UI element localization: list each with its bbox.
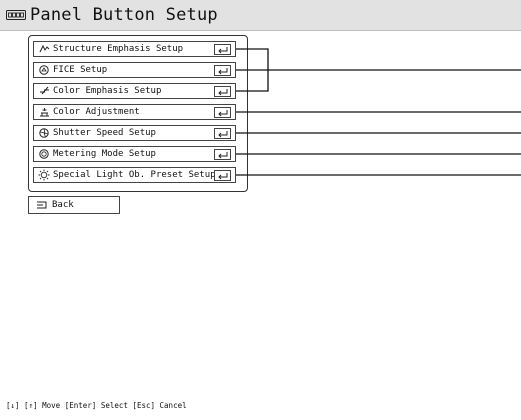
back-icon xyxy=(36,201,47,209)
back-button[interactable]: Back xyxy=(28,196,120,214)
key-help-bar: [↓] [↑] Move [Enter] Select [Esc] Cancel xyxy=(6,401,187,410)
back-label: Back xyxy=(52,200,74,210)
